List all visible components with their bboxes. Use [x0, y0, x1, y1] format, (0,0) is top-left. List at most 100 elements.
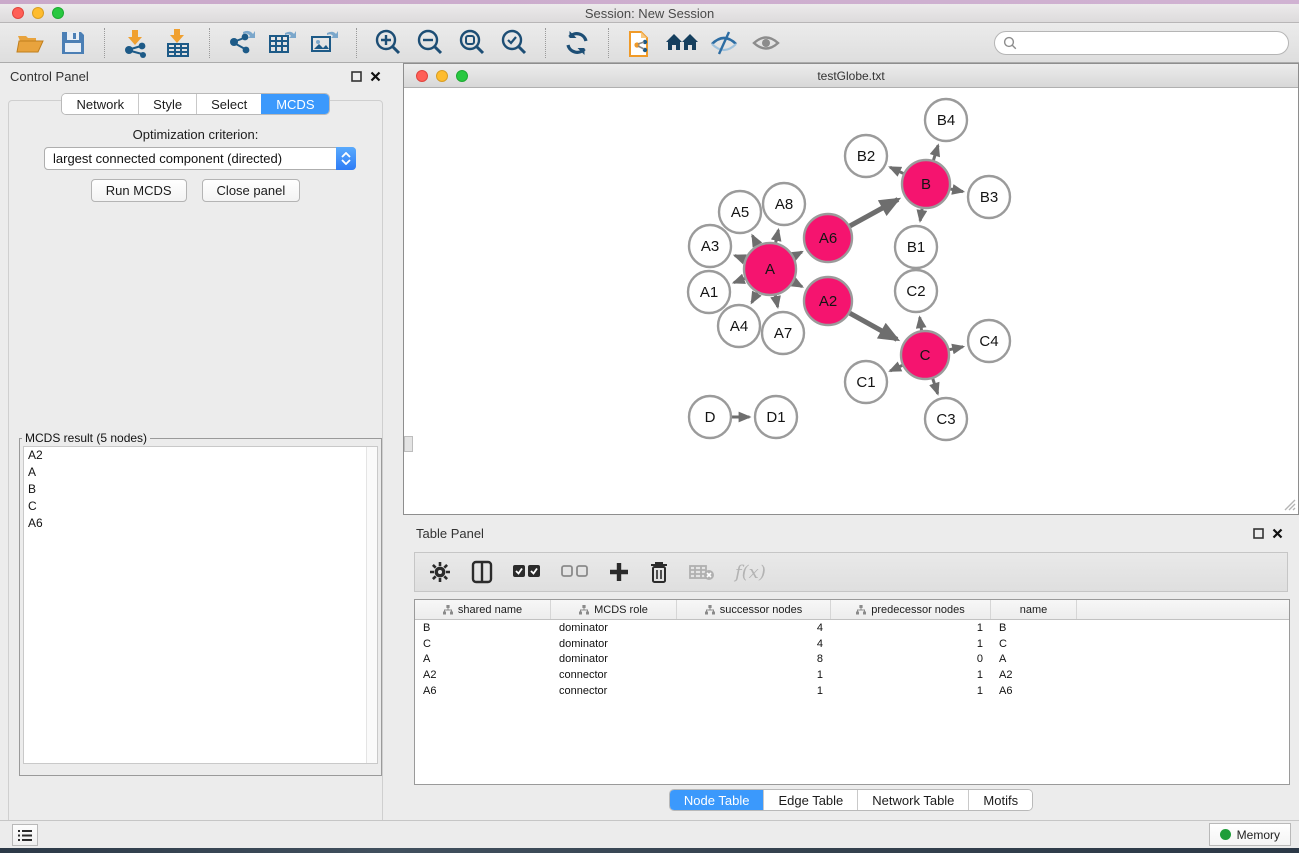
task-history-button[interactable] — [12, 824, 38, 846]
network-canvas[interactable]: B4 B2 B B3 A5A8A6 A3 A B1 A1 A2 C2 A4A7 C4 C C1 D D1 C3 — [404, 88, 1298, 513]
column-header-MCDS-role[interactable]: MCDS role — [551, 600, 677, 619]
graph-edge-A6-B[interactable] — [850, 199, 898, 225]
graph-node-A3[interactable]: A3 — [689, 225, 731, 267]
deselect-all-button[interactable] — [561, 565, 589, 579]
graph-edge-A-A1[interactable] — [734, 279, 745, 283]
graph-edge-C-C3[interactable] — [933, 379, 938, 394]
graph-edge-A-A6[interactable] — [794, 252, 802, 256]
refresh-button[interactable] — [556, 26, 598, 60]
table-settings-button[interactable] — [429, 561, 451, 583]
node-table[interactable]: shared nameMCDS rolesuccessor nodesprede… — [414, 599, 1290, 785]
import-table-button[interactable] — [157, 26, 199, 60]
mcds-result-list[interactable]: A2ABCA6 — [23, 446, 378, 764]
tab-network[interactable]: Network — [62, 94, 138, 114]
graph-node-C3[interactable]: C3 — [925, 398, 967, 440]
export-table-button[interactable] — [262, 26, 304, 60]
toolbar-search-box[interactable] — [994, 31, 1289, 55]
tab-select[interactable]: Select — [196, 94, 261, 114]
delete-columns-button[interactable] — [649, 560, 669, 584]
graph-edge-A2-C[interactable] — [850, 313, 897, 339]
graph-node-A7[interactable]: A7 — [762, 312, 804, 354]
table-row[interactable]: Bdominator41B — [415, 620, 1289, 636]
graph-edge-B-B1[interactable] — [920, 209, 922, 221]
table-row[interactable]: A2connector11A2 — [415, 667, 1289, 683]
tab-node-table[interactable]: Node Table — [670, 790, 764, 810]
column-header-shared-name[interactable]: shared name — [415, 600, 551, 619]
graph-node-C1[interactable]: C1 — [845, 361, 887, 403]
result-list-item[interactable]: A — [24, 464, 377, 481]
graph-node-B1[interactable]: B1 — [895, 226, 937, 268]
tab-network-table[interactable]: Network Table — [857, 790, 968, 810]
result-list-item[interactable]: B — [24, 481, 377, 498]
zoom-out-button[interactable] — [409, 26, 451, 60]
zoom-fit-button[interactable] — [451, 26, 493, 60]
graph-edge-B-B3[interactable] — [950, 189, 962, 192]
column-header-successor-nodes[interactable]: successor nodes — [677, 600, 831, 619]
graph-node-D[interactable]: D — [689, 396, 731, 438]
result-list-item[interactable]: A6 — [24, 515, 377, 532]
export-image-button[interactable] — [304, 26, 346, 60]
graph-node-A2[interactable]: A2 — [804, 277, 852, 325]
open-session-button[interactable] — [10, 26, 52, 60]
graph-node-B3[interactable]: B3 — [968, 176, 1010, 218]
graph-edge-C-C4[interactable] — [949, 347, 963, 350]
graph-node-B[interactable]: B — [902, 160, 950, 208]
graph-node-A[interactable]: A — [744, 243, 796, 295]
select-all-button[interactable] — [513, 565, 541, 579]
zoom-in-button[interactable] — [367, 26, 409, 60]
table-row[interactable]: Cdominator41C — [415, 636, 1289, 652]
table-row[interactable]: A6connector11A6 — [415, 683, 1289, 699]
graph-node-B4[interactable]: B4 — [925, 99, 967, 141]
show-columns-button[interactable] — [471, 560, 493, 584]
tab-motifs[interactable]: Motifs — [968, 790, 1032, 810]
show-details-button[interactable] — [745, 26, 787, 60]
graph-edge-A-A7[interactable] — [775, 295, 777, 306]
float-table-panel-icon[interactable] — [1253, 528, 1264, 539]
graph-node-C4[interactable]: C4 — [968, 320, 1010, 362]
optimization-criterion-dropdown[interactable]: largest connected component (directed) — [44, 147, 356, 170]
graph-edge-A-A8[interactable] — [776, 230, 779, 243]
graph-edge-B-B4[interactable] — [933, 145, 938, 160]
graph-node-C[interactable]: C — [901, 331, 949, 379]
tab-mcds[interactable]: MCDS — [261, 94, 328, 114]
column-header-name[interactable]: name — [991, 600, 1077, 619]
tab-style[interactable]: Style — [138, 94, 196, 114]
add-column-button[interactable] — [609, 562, 629, 582]
graph-node-A1[interactable]: A1 — [688, 271, 730, 313]
float-panel-icon[interactable] — [351, 71, 362, 82]
search-input[interactable] — [1021, 36, 1288, 50]
result-list-item[interactable]: C — [24, 498, 377, 515]
graph-edge-A-A2[interactable] — [794, 282, 802, 287]
save-session-button[interactable] — [52, 26, 94, 60]
tab-edge-table[interactable]: Edge Table — [763, 790, 857, 810]
graph-edge-A-A4[interactable] — [752, 293, 757, 303]
close-table-panel-icon[interactable] — [1272, 528, 1283, 539]
graph-node-A4[interactable]: A4 — [718, 305, 760, 347]
graph-node-A6[interactable]: A6 — [804, 214, 852, 262]
hide-details-button[interactable] — [703, 26, 745, 60]
graph-edge-B-B2[interactable] — [890, 167, 903, 173]
memory-button[interactable]: Memory — [1209, 823, 1291, 846]
home-view-button[interactable] — [661, 26, 703, 60]
graph-node-A5[interactable]: A5 — [719, 191, 761, 233]
import-network-button[interactable] — [115, 26, 157, 60]
export-network-button[interactable] — [220, 26, 262, 60]
zoom-selected-button[interactable] — [493, 26, 535, 60]
graph-node-C2[interactable]: C2 — [895, 270, 937, 312]
result-list-scrollbar[interactable] — [366, 447, 377, 763]
tool-palette-grip[interactable] — [404, 436, 413, 452]
run-mcds-button[interactable]: Run MCDS — [91, 179, 187, 202]
graph-node-D1[interactable]: D1 — [755, 396, 797, 438]
graph-node-B2[interactable]: B2 — [845, 135, 887, 177]
graph-edge-C-C1[interactable] — [890, 365, 902, 371]
table-row[interactable]: Adominator80A — [415, 652, 1289, 668]
new-network-button[interactable] — [619, 26, 661, 60]
graph-edge-A-A5[interactable] — [752, 236, 757, 246]
close-panel-icon[interactable] — [370, 71, 381, 82]
resize-grip-icon[interactable] — [1280, 495, 1296, 511]
column-header-predecessor-nodes[interactable]: predecessor nodes — [831, 600, 991, 619]
close-panel-button[interactable]: Close panel — [202, 179, 301, 202]
graph-edge-A-A3[interactable] — [735, 256, 745, 260]
graph-node-A8[interactable]: A8 — [763, 183, 805, 225]
graph-edge-C-C2[interactable] — [920, 317, 922, 330]
